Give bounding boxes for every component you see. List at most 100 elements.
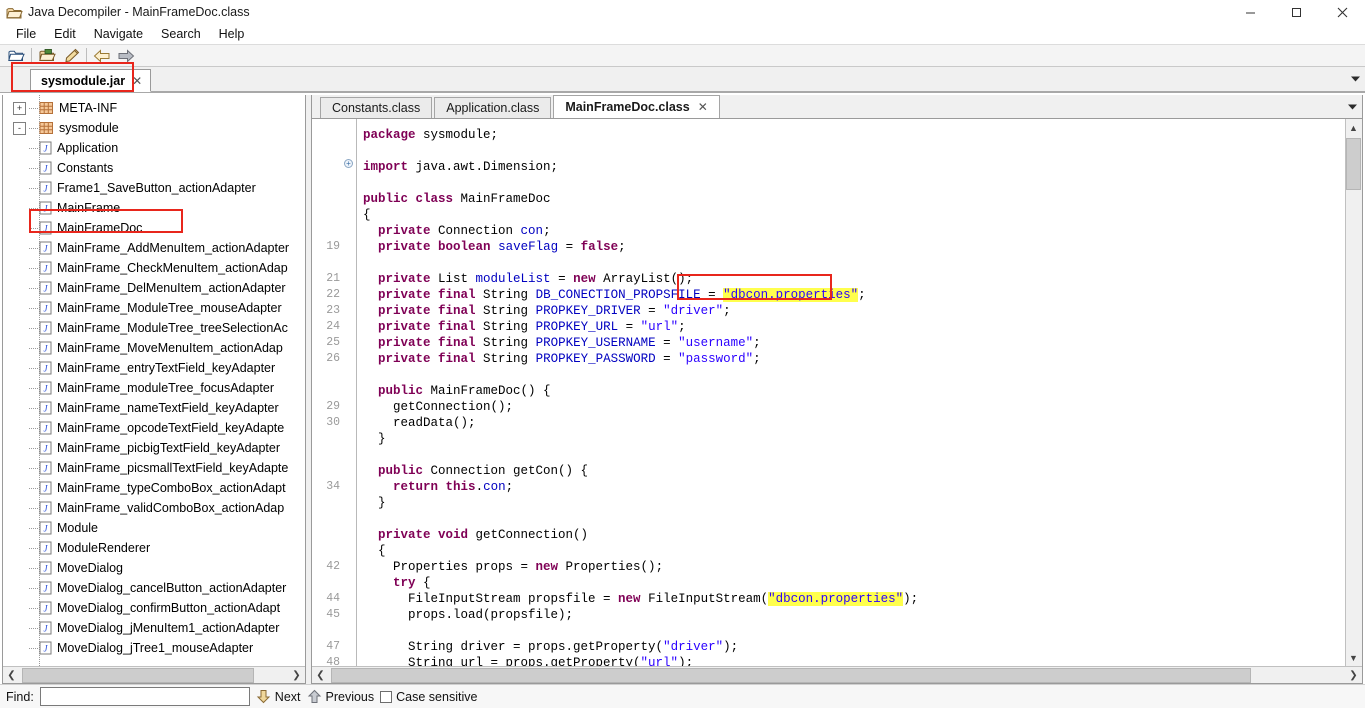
tree-node-constants[interactable]: J Constants <box>3 158 305 178</box>
code-fold-toggle-icon[interactable]: + <box>344 159 353 168</box>
code-vertical-scrollbar[interactable]: ▲ ▼ <box>1345 119 1362 666</box>
java-class-icon: J <box>39 501 52 515</box>
fold-slot <box>344 191 356 207</box>
code-scroll-thumb[interactable] <box>1346 138 1361 190</box>
tree-node-mainframe-opcodetextfield-keyadapte[interactable]: J MainFrame_opcodeTextField_keyAdapte <box>3 418 305 438</box>
tab-application-class[interactable]: Application.class <box>434 97 552 118</box>
code-line: FileInputStream propsfile = new FileInpu… <box>363 592 919 606</box>
line-number: 29 <box>326 400 340 413</box>
fold-slot <box>344 175 356 191</box>
code-horizontal-scrollbar[interactable]: ❮ ❯ <box>312 666 1362 683</box>
code-hscroll-thumb[interactable] <box>331 667 1251 683</box>
code-line: { <box>363 208 371 222</box>
minimize-button[interactable] <box>1227 0 1273 24</box>
tab-mainframedoc-class[interactable]: MainFrameDoc.class ✕ <box>553 95 720 118</box>
tree-scroll-thumb[interactable] <box>22 667 254 683</box>
line-number <box>312 495 340 511</box>
tree-node-mainframedoc[interactable]: J MainFrameDoc <box>3 218 305 238</box>
find-next-button[interactable]: Next <box>256 689 301 704</box>
code-viewer[interactable]: 19 212223242526 2930 34 42 4445 474849 +… <box>312 119 1362 666</box>
code-scroll-track[interactable] <box>1346 136 1361 649</box>
class-tree[interactable]: + META-INF - sysmodule J Application J Constant… <box>3 95 305 666</box>
tree-node-mainframe-picsmalltextfield-keyadapte[interactable]: J MainFrame_picsmallTextField_keyAdapte <box>3 458 305 478</box>
java-class-icon: J <box>39 481 52 495</box>
line-number: 26 <box>326 352 340 365</box>
tree-expand-icon[interactable]: + <box>13 101 26 115</box>
tree-node-mainframe-nametextfield-keyadapter[interactable]: J MainFrame_nameTextField_keyAdapter <box>3 398 305 418</box>
tree-scroll-right-icon[interactable]: ❯ <box>288 667 305 683</box>
jar-tabs-overflow-chevron-down-icon[interactable] <box>1347 71 1363 87</box>
find-previous-button[interactable]: Previous <box>307 689 374 704</box>
navigate-forward-icon[interactable] <box>114 46 138 66</box>
java-class-icon: J <box>39 161 52 175</box>
tree-node-mainframe[interactable]: J MainFrame <box>3 198 305 218</box>
tree-node-label: Constants <box>57 161 114 175</box>
tree-node-mainframe-addmenuitem-actionadapter[interactable]: J MainFrame_AddMenuItem_actionAdapter <box>3 238 305 258</box>
tree-node-mainframe-delmenuitem-actionadapter[interactable]: J MainFrame_DelMenuItem_actionAdapter <box>3 278 305 298</box>
tree-guide-dash <box>29 527 38 529</box>
code-scroll-region[interactable]: 19 212223242526 2930 34 42 4445 474849 +… <box>312 119 1345 666</box>
code-scroll-down-icon[interactable]: ▼ <box>1346 649 1361 666</box>
fold-slot <box>344 655 356 666</box>
open-file-icon[interactable] <box>4 46 28 66</box>
fold-slot <box>344 239 356 255</box>
tree-node-mainframe-moduletree-mouseadapter[interactable]: J MainFrame_ModuleTree_mouseAdapter <box>3 298 305 318</box>
line-number: 19 <box>326 240 340 253</box>
menu-navigate[interactable]: Navigate <box>85 25 152 43</box>
tree-node-movedialog-cancelbutton-actionadapter[interactable]: J MoveDialog_cancelButton_actionAdapter <box>3 578 305 598</box>
navigate-back-icon[interactable] <box>90 46 114 66</box>
tree-node-label: MainFrame_picsmallTextField_keyAdapte <box>57 461 289 475</box>
code-scroll-right-icon[interactable]: ❯ <box>1345 667 1362 683</box>
menu-edit[interactable]: Edit <box>45 25 85 43</box>
tree-collapse-icon[interactable]: - <box>13 121 26 135</box>
tree-node-mainframe-picbigtextfield-keyadapter[interactable]: J MainFrame_picbigTextField_keyAdapter <box>3 438 305 458</box>
jar-tab-close-icon[interactable]: ✕ <box>132 74 142 88</box>
tree-node-movedialog-jmenuitem1-actionadapter[interactable]: J MoveDialog_jMenuItem1_actionAdapter <box>3 618 305 638</box>
close-button[interactable] <box>1319 0 1365 24</box>
decompile-icon[interactable] <box>59 46 83 66</box>
tab-close-icon[interactable]: ✕ <box>698 100 708 114</box>
case-sensitive-checkbox[interactable]: Case sensitive <box>380 690 477 704</box>
tree-node-meta-inf[interactable]: + META-INF <box>3 98 305 118</box>
tree-node-mainframe-movemenuitem-actionadap[interactable]: J MainFrame_MoveMenuItem_actionAdap <box>3 338 305 358</box>
menu-file[interactable]: File <box>7 25 45 43</box>
code-fold-column[interactable]: + <box>344 119 356 666</box>
source-code-text[interactable]: package sysmodule; import java.awt.Dimen… <box>356 119 1345 666</box>
code-line: import java.awt.Dimension; <box>363 160 559 174</box>
tree-node-modulerenderer[interactable]: J ModuleRenderer <box>3 538 305 558</box>
maximize-button[interactable] <box>1273 0 1319 24</box>
tree-scroll-left-icon[interactable]: ❮ <box>3 667 20 683</box>
tree-node-mainframe-moduletree-focusadapter[interactable]: J MainFrame_moduleTree_focusAdapter <box>3 378 305 398</box>
tree-node-label: MoveDialog_confirmButton_actionAdapt <box>57 601 281 615</box>
tree-node-label: MainFrame_typeComboBox_actionAdapt <box>57 481 286 495</box>
jar-tab-label: sysmodule.jar <box>41 73 126 88</box>
code-hscroll-track[interactable] <box>329 667 1345 683</box>
tree-node-mainframe-moduletree-treeselectionac[interactable]: J MainFrame_ModuleTree_treeSelectionAc <box>3 318 305 338</box>
tree-node-mainframe-checkmenuitem-actionadap[interactable]: J MainFrame_CheckMenuItem_actionAdap <box>3 258 305 278</box>
tree-node-movedialog-confirmbutton-actionadapt[interactable]: J MoveDialog_confirmButton_actionAdapt <box>3 598 305 618</box>
tree-node-sysmodule[interactable]: - sysmodule <box>3 118 305 138</box>
tree-scroll-track[interactable] <box>20 667 288 683</box>
tree-node-module[interactable]: J Module <box>3 518 305 538</box>
tree-node-movedialog[interactable]: J MoveDialog <box>3 558 305 578</box>
file-tabs-overflow-chevron-down-icon[interactable] <box>1344 99 1360 115</box>
tree-node-label: MoveDialog <box>57 561 124 575</box>
tree-horizontal-scrollbar[interactable]: ❮ ❯ <box>3 666 305 683</box>
tree-node-frame1-savebutton-actionadapter[interactable]: J Frame1_SaveButton_actionAdapter <box>3 178 305 198</box>
tab-constants-class[interactable]: Constants.class <box>320 97 433 118</box>
tree-node-movedialog-jtree1-mouseadapter[interactable]: J MoveDialog_jTree1_mouseAdapter <box>3 638 305 658</box>
open-recent-icon[interactable] <box>35 46 59 66</box>
tree-node-application[interactable]: J Application <box>3 138 305 158</box>
menu-search[interactable]: Search <box>152 25 210 43</box>
checkbox-box[interactable] <box>380 690 393 703</box>
tree-node-mainframe-typecombobox-actionadapt[interactable]: J MainFrame_typeComboBox_actionAdapt <box>3 478 305 498</box>
code-scroll-left-icon[interactable]: ❮ <box>312 667 329 683</box>
tree-node-mainframe-entrytextfield-keyadapter[interactable]: J MainFrame_entryTextField_keyAdapter <box>3 358 305 378</box>
tree-guide-dash <box>29 507 38 509</box>
tree-node-mainframe-validcombobox-actionadap[interactable]: J MainFrame_validComboBox_actionAdap <box>3 498 305 518</box>
code-scroll-up-icon[interactable]: ▲ <box>1346 119 1361 136</box>
menu-help[interactable]: Help <box>210 25 254 43</box>
find-input[interactable] <box>39 687 250 706</box>
jar-tab-sysmodule[interactable]: sysmodule.jar ✕ <box>30 69 152 92</box>
line-number <box>312 223 340 239</box>
